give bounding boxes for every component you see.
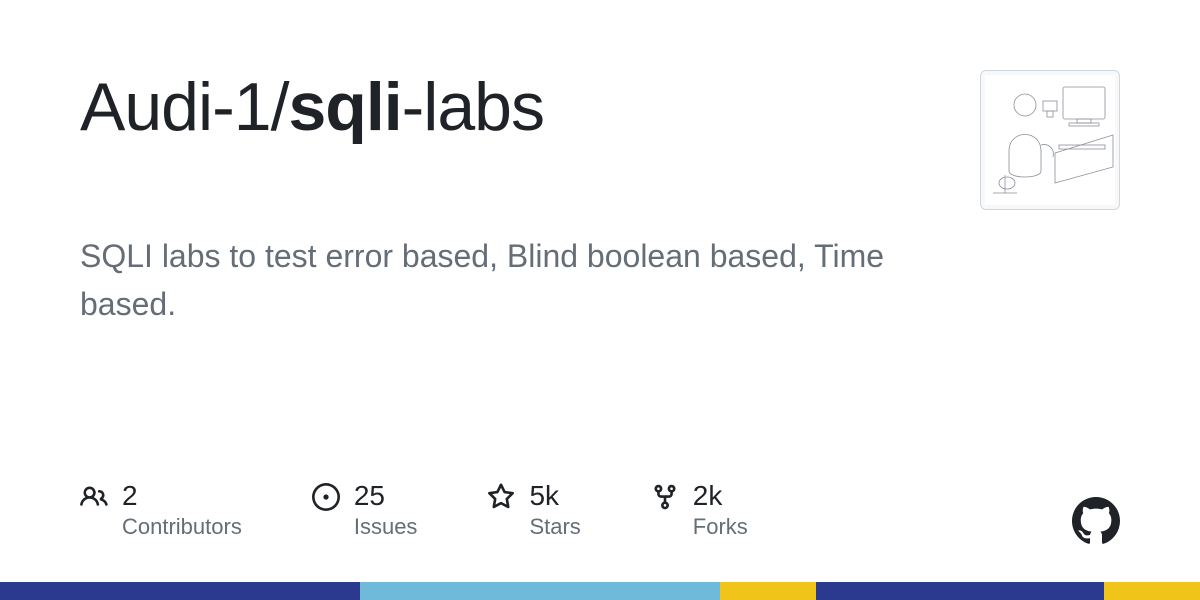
stat-label: Stars bbox=[529, 514, 580, 540]
issue-icon bbox=[312, 483, 340, 511]
stat-value: 25 bbox=[354, 481, 418, 512]
stat-contributors[interactable]: 2 Contributors bbox=[80, 481, 242, 540]
fork-icon bbox=[651, 483, 679, 511]
stat-value: 2k bbox=[693, 481, 748, 512]
stat-label: Issues bbox=[354, 514, 418, 540]
stat-value: 5k bbox=[529, 481, 580, 512]
avatar-image-icon bbox=[985, 75, 1115, 205]
people-icon bbox=[80, 483, 108, 511]
stat-forks[interactable]: 2k Forks bbox=[651, 481, 748, 540]
stat-value: 2 bbox=[122, 481, 242, 512]
repo-name-bold[interactable]: sqli bbox=[288, 69, 401, 145]
github-logo-icon[interactable] bbox=[1072, 497, 1120, 545]
stat-issues[interactable]: 25 Issues bbox=[312, 481, 418, 540]
repo-description: SQLI labs to test error based, Blind boo… bbox=[80, 232, 900, 328]
stat-label: Forks bbox=[693, 514, 748, 540]
repo-owner[interactable]: Audi-1 bbox=[80, 69, 271, 145]
star-icon bbox=[487, 483, 515, 511]
stats-row: 2 Contributors 25 Issues 5k Stars 2k For… bbox=[80, 481, 748, 540]
repo-separator: / bbox=[271, 69, 289, 145]
stat-label: Contributors bbox=[122, 514, 242, 540]
owner-avatar[interactable] bbox=[980, 70, 1120, 210]
stat-stars[interactable]: 5k Stars bbox=[487, 481, 580, 540]
bottom-stripe bbox=[0, 582, 1200, 600]
repo-name-rest[interactable]: -labs bbox=[402, 69, 544, 145]
repo-title[interactable]: Audi-1/sqli-labs bbox=[80, 70, 544, 145]
